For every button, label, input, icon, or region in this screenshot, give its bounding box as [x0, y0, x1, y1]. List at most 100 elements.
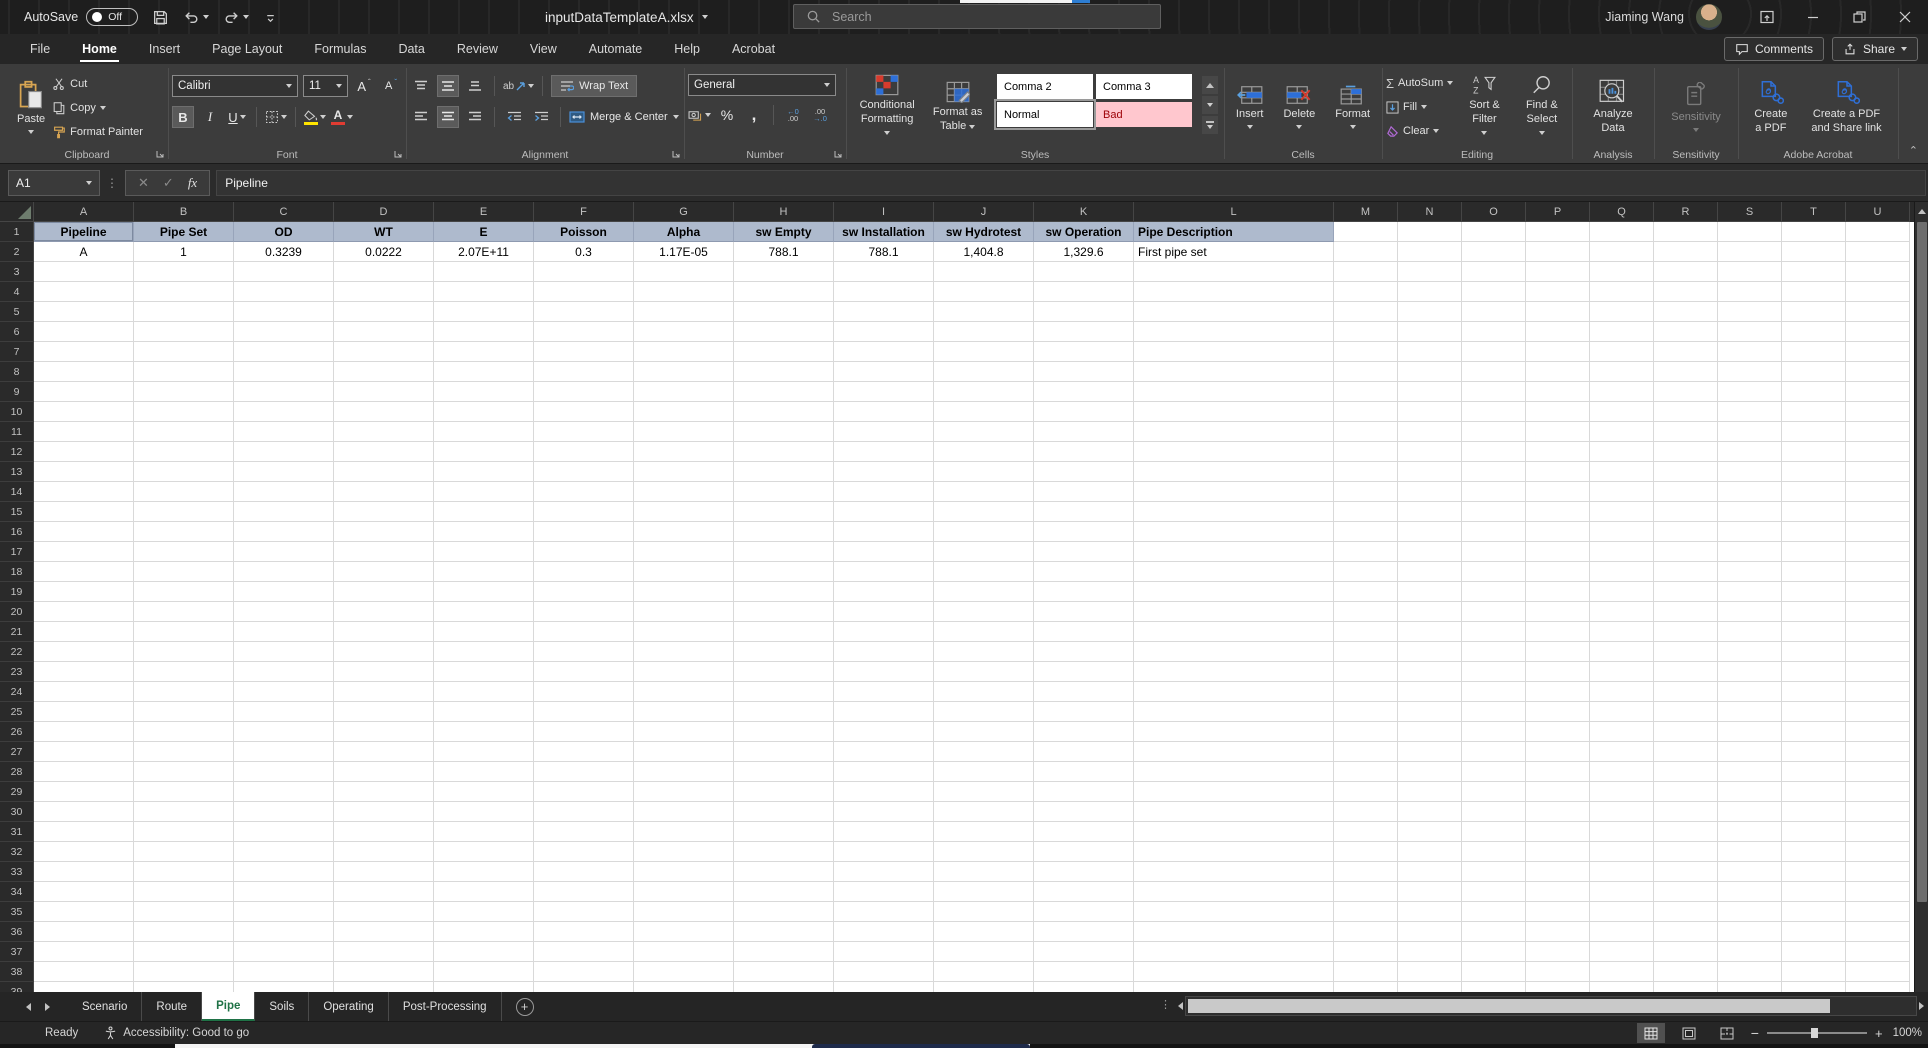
cell-J1[interactable]: sw Hydrotest — [934, 222, 1034, 242]
cell-D23[interactable] — [334, 662, 434, 682]
cell-A16[interactable] — [34, 522, 134, 542]
cell-O29[interactable] — [1462, 782, 1526, 802]
cell-R14[interactable] — [1654, 482, 1718, 502]
cell-O31[interactable] — [1462, 822, 1526, 842]
cell-Q3[interactable] — [1590, 262, 1654, 282]
cell-I30[interactable] — [834, 802, 934, 822]
cell-I7[interactable] — [834, 342, 934, 362]
cell-E25[interactable] — [434, 702, 534, 722]
cell-R11[interactable] — [1654, 422, 1718, 442]
cell-R15[interactable] — [1654, 502, 1718, 522]
cell-C39[interactable] — [234, 982, 334, 992]
cell-O12[interactable] — [1462, 442, 1526, 462]
cell-N18[interactable] — [1398, 562, 1462, 582]
cell-O25[interactable] — [1462, 702, 1526, 722]
cell-E33[interactable] — [434, 862, 534, 882]
cell-O30[interactable] — [1462, 802, 1526, 822]
cell-A12[interactable] — [34, 442, 134, 462]
search-input[interactable]: Search — [793, 4, 1161, 29]
cell-F11[interactable] — [534, 422, 634, 442]
cell-N32[interactable] — [1398, 842, 1462, 862]
cell-B14[interactable] — [134, 482, 234, 502]
cell-L18[interactable] — [1134, 562, 1334, 582]
format-dropdown-icon[interactable] — [1349, 124, 1356, 129]
cell-A13[interactable] — [34, 462, 134, 482]
cell-S29[interactable] — [1718, 782, 1782, 802]
cell-P31[interactable] — [1526, 822, 1590, 842]
cell-F27[interactable] — [534, 742, 634, 762]
cell-R35[interactable] — [1654, 902, 1718, 922]
cell-I18[interactable] — [834, 562, 934, 582]
column-header-R[interactable]: R — [1654, 202, 1718, 222]
cell-B26[interactable] — [134, 722, 234, 742]
sheet-tab-soils[interactable]: Soils — [255, 992, 310, 1021]
cell-J5[interactable] — [934, 302, 1034, 322]
cell-R18[interactable] — [1654, 562, 1718, 582]
cell-G16[interactable] — [634, 522, 734, 542]
cell-U32[interactable] — [1846, 842, 1910, 862]
cell-G38[interactable] — [634, 962, 734, 982]
cell-F12[interactable] — [534, 442, 634, 462]
cell-H7[interactable] — [734, 342, 834, 362]
cell-S13[interactable] — [1718, 462, 1782, 482]
cancel-button[interactable]: ✕ — [138, 175, 149, 191]
scroll-right-icon[interactable] — [1919, 1002, 1924, 1010]
cell-L11[interactable] — [1134, 422, 1334, 442]
cell-A17[interactable] — [34, 542, 134, 562]
cell-P33[interactable] — [1526, 862, 1590, 882]
cell-D4[interactable] — [334, 282, 434, 302]
cell-D9[interactable] — [334, 382, 434, 402]
cell-I14[interactable] — [834, 482, 934, 502]
cell-K12[interactable] — [1034, 442, 1134, 462]
row-header-36[interactable]: 36 — [0, 922, 34, 942]
vertical-scroll-thumb[interactable] — [1916, 222, 1927, 902]
cell-N2[interactable] — [1398, 242, 1462, 262]
cell-T5[interactable] — [1782, 302, 1846, 322]
cell-K9[interactable] — [1034, 382, 1134, 402]
cell-E8[interactable] — [434, 362, 534, 382]
cell-P22[interactable] — [1526, 642, 1590, 662]
save-button[interactable] — [152, 9, 169, 26]
cell-C25[interactable] — [234, 702, 334, 722]
cell-D12[interactable] — [334, 442, 434, 462]
cell-E37[interactable] — [434, 942, 534, 962]
copy-dropdown-icon[interactable] — [99, 106, 106, 110]
cell-A7[interactable] — [34, 342, 134, 362]
cell-U7[interactable] — [1846, 342, 1910, 362]
cell-R28[interactable] — [1654, 762, 1718, 782]
cell-K10[interactable] — [1034, 402, 1134, 422]
cell-N29[interactable] — [1398, 782, 1462, 802]
formula-bar-handle[interactable]: ⋮ — [106, 176, 119, 190]
cell-S32[interactable] — [1718, 842, 1782, 862]
cell-O24[interactable] — [1462, 682, 1526, 702]
cell-A19[interactable] — [34, 582, 134, 602]
cell-O38[interactable] — [1462, 962, 1526, 982]
insert-dropdown-icon[interactable] — [1246, 124, 1253, 129]
cell-E9[interactable] — [434, 382, 534, 402]
cell-N14[interactable] — [1398, 482, 1462, 502]
cell-C26[interactable] — [234, 722, 334, 742]
cell-U1[interactable] — [1846, 222, 1910, 242]
column-header-E[interactable]: E — [434, 202, 534, 222]
cell-A26[interactable] — [34, 722, 134, 742]
cell-B28[interactable] — [134, 762, 234, 782]
cell-J19[interactable] — [934, 582, 1034, 602]
row-header-11[interactable]: 11 — [0, 422, 34, 442]
style-normal[interactable]: Normal — [994, 99, 1096, 130]
cell-S27[interactable] — [1718, 742, 1782, 762]
cell-D31[interactable] — [334, 822, 434, 842]
cell-J24[interactable] — [934, 682, 1034, 702]
cell-N10[interactable] — [1398, 402, 1462, 422]
cell-H24[interactable] — [734, 682, 834, 702]
cell-K1[interactable]: sw Operation — [1034, 222, 1134, 242]
align-bottom-button[interactable] — [464, 75, 486, 97]
cell-K27[interactable] — [1034, 742, 1134, 762]
paste-dropdown-icon[interactable] — [28, 129, 35, 134]
cell-B15[interactable] — [134, 502, 234, 522]
cell-R4[interactable] — [1654, 282, 1718, 302]
row-header-3[interactable]: 3 — [0, 262, 34, 282]
cell-J26[interactable] — [934, 722, 1034, 742]
cell-J38[interactable] — [934, 962, 1034, 982]
ribbon-tab-page-layout[interactable]: Page Layout — [198, 34, 296, 64]
cell-Q32[interactable] — [1590, 842, 1654, 862]
